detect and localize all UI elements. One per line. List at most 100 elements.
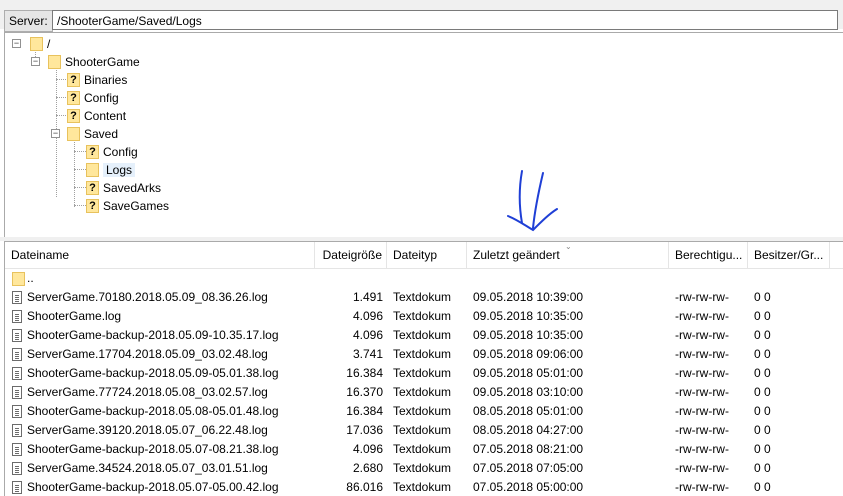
file-type: Textdokum (393, 442, 452, 456)
tree-node-saved[interactable]: Saved (67, 125, 118, 143)
column-header-label: Zuletzt geändert (473, 248, 560, 262)
file-size: 2.680 (352, 461, 383, 475)
file-type: Textdokum (393, 423, 452, 437)
column-header-type[interactable]: Dateityp (387, 242, 467, 268)
tree-node-label: SaveGames (103, 199, 170, 213)
table-row[interactable]: ServerGame.17704.2018.05.09_03.02.48.log… (5, 345, 843, 364)
file-name: ServerGame.17704.2018.05.09_03.02.48.log (27, 347, 268, 361)
tree-node-savedarks[interactable]: SavedArks (86, 179, 161, 197)
file-name: ShooterGame-backup-2018.05.08-05.01.48.l… (27, 404, 279, 418)
folder-icon (30, 37, 43, 51)
text-file-icon (12, 443, 22, 456)
file-modified: 09.05.2018 09:06:00 (473, 347, 584, 361)
collapse-toggle-saved[interactable]: − (51, 129, 60, 138)
file-name: ServerGame.70180.2018.05.09_08.36.26.log (27, 290, 268, 304)
column-header-name[interactable]: Dateiname (5, 242, 315, 268)
text-file-icon (12, 310, 22, 323)
file-modified: 07.05.2018 05:00:00 (473, 480, 584, 494)
file-modified: 09.05.2018 10:35:00 (473, 328, 584, 342)
file-modified: 08.05.2018 04:27:00 (473, 423, 584, 437)
table-row[interactable]: ShooterGame-backup-2018.05.07-05.00.42.l… (5, 478, 843, 496)
file-name: ServerGame.77724.2018.05.08_03.02.57.log (27, 385, 268, 399)
file-permissions: -rw-rw-rw- (675, 442, 729, 456)
folder-icon (86, 163, 99, 177)
table-row[interactable]: ServerGame.70180.2018.05.09_08.36.26.log… (5, 288, 843, 307)
file-modified: 09.05.2018 03:10:00 (473, 385, 584, 399)
file-size: 16.370 (346, 385, 383, 399)
file-size: 17.036 (346, 423, 383, 437)
column-header-owner[interactable]: Besitzer/Gr... (748, 242, 830, 268)
file-name: ShooterGame.log (27, 309, 122, 323)
file-type: Textdokum (393, 480, 452, 494)
file-permissions: -rw-rw-rw- (675, 347, 729, 361)
file-permissions: -rw-rw-rw- (675, 461, 729, 475)
file-owner: 0 0 (754, 309, 771, 323)
file-type: Textdokum (393, 309, 452, 323)
text-file-icon (12, 462, 22, 475)
file-name: ServerGame.34524.2018.05.07_03.01.51.log (27, 461, 268, 475)
tree-node-binaries[interactable]: Binaries (67, 71, 127, 89)
table-row[interactable]: ServerGame.34524.2018.05.07_03.01.51.log… (5, 459, 843, 478)
file-name: ShooterGame-backup-2018.05.07-05.00.42.l… (27, 480, 279, 494)
file-size: 16.384 (346, 366, 383, 380)
file-owner: 0 0 (754, 404, 771, 418)
unknown-folder-icon (86, 181, 99, 195)
table-row[interactable]: ServerGame.39120.2018.05.07_06.22.48.log… (5, 421, 843, 440)
file-size: 1.491 (352, 290, 383, 304)
file-type: Textdokum (393, 290, 452, 304)
file-type: Textdokum (393, 385, 452, 399)
file-modified: 09.05.2018 10:35:00 (473, 309, 584, 323)
unknown-folder-icon (86, 145, 99, 159)
file-permissions: -rw-rw-rw- (675, 480, 729, 494)
text-file-icon (12, 329, 22, 342)
file-size: 4.096 (352, 328, 383, 342)
table-row[interactable]: ShooterGame.log 4.096 Textdokum 09.05.2018 … (5, 307, 843, 326)
text-file-icon (12, 291, 22, 304)
table-row[interactable]: ServerGame.77724.2018.05.08_03.02.57.log… (5, 383, 843, 402)
tree-node-saved-config[interactable]: Config (86, 143, 138, 161)
table-row[interactable]: ShooterGame-backup-2018.05.08-05.01.48.l… (5, 402, 843, 421)
file-type: Textdokum (393, 404, 452, 418)
table-row[interactable]: ShooterGame-backup-2018.05.09-10.35.17.l… (5, 326, 843, 345)
tree-node-label: Saved (84, 127, 119, 141)
file-modified: 08.05.2018 05:01:00 (473, 404, 584, 418)
tree-node-label: Content (84, 109, 127, 123)
file-owner: 0 0 (754, 366, 771, 380)
column-header-modified[interactable]: ⌄ Zuletzt geändert (467, 242, 669, 268)
file-size: 3.741 (352, 347, 383, 361)
file-type: Textdokum (393, 328, 452, 342)
text-file-icon (12, 424, 22, 437)
list-item-parent-dir[interactable]: .. (5, 269, 843, 288)
tree-line (74, 187, 86, 188)
text-file-icon (12, 405, 22, 418)
tree-node-content[interactable]: Content (67, 107, 126, 125)
file-permissions: -rw-rw-rw- (675, 366, 729, 380)
collapse-toggle-root[interactable]: − (12, 39, 21, 48)
tree-line (74, 137, 75, 207)
tree-node-config[interactable]: Config (67, 89, 119, 107)
tree-node-label: Config (103, 145, 138, 159)
file-type: Textdokum (393, 366, 452, 380)
tree-node-logs[interactable]: Logs (86, 161, 136, 179)
remote-path-input[interactable]: /ShooterGame/Saved/Logs (52, 10, 838, 30)
text-file-icon (12, 386, 22, 399)
hand-drawn-arrow-annotation (507, 170, 558, 232)
file-size: 86.016 (346, 480, 383, 494)
remote-file-list: Dateiname Dateigröße Dateityp ⌄ Zuletzt … (4, 241, 843, 496)
file-name: ServerGame.39120.2018.05.07_06.22.48.log (27, 423, 268, 437)
tree-node-shootergame[interactable]: ShooterGame (48, 53, 140, 71)
unknown-folder-icon (67, 91, 80, 105)
file-size: 16.384 (346, 404, 383, 418)
text-file-icon (12, 348, 22, 361)
text-file-icon (12, 481, 22, 494)
unknown-folder-icon (86, 199, 99, 213)
column-header-permissions[interactable]: Berechtigu... (669, 242, 748, 268)
table-row[interactable]: ShooterGame-backup-2018.05.07-08.21.38.l… (5, 440, 843, 459)
file-name: ShooterGame-backup-2018.05.09-05.01.38.l… (27, 366, 279, 380)
tree-node-root[interactable]: / (30, 35, 50, 53)
table-row[interactable]: ShooterGame-backup-2018.05.09-05.01.38.l… (5, 364, 843, 383)
sort-descending-icon: ⌄ (565, 242, 572, 251)
tree-node-savegames[interactable]: SaveGames (86, 197, 169, 215)
column-header-size[interactable]: Dateigröße (315, 242, 387, 268)
collapse-toggle-shootergame[interactable]: − (31, 57, 40, 66)
